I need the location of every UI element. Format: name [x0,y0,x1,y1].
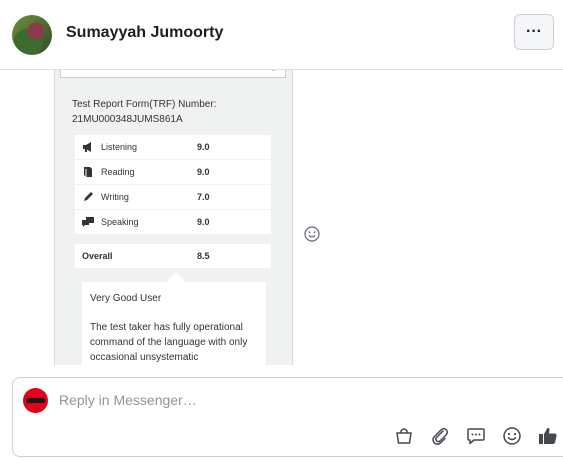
score-row-writing: Writing 7.0 [75,185,271,209]
shop-bag-icon[interactable] [394,426,414,446]
conversation-header: Sumayyah Jumoorty ··· [0,0,563,70]
score-value: 7.0 [197,192,210,202]
score-row-reading: Reading 9.0 [75,160,271,184]
dropdown-remnant: ▼ [60,70,286,78]
megaphone-icon [83,142,91,152]
band-title: Very Good User [90,293,162,304]
trf-number-label: Test Report Form(TRF) Number: 21MU000348… [72,97,282,127]
page-logo-mark [26,398,45,403]
score-label: Reading [101,167,135,177]
score-label: Speaking [101,217,139,227]
score-label: Listening [101,142,138,152]
contact-avatar[interactable] [12,15,52,55]
smiley-icon[interactable] [502,426,522,446]
description-pointer [166,272,186,282]
comment-icon[interactable] [466,426,486,446]
pen-icon [84,192,93,201]
speech-bubbles-icon [82,217,94,227]
reply-input[interactable]: Reply in Messenger… [59,392,197,408]
page-avatar [23,388,48,413]
trf-number-value: 21MU000348JUMS861A [72,114,183,125]
thumbs-up-icon[interactable] [538,426,558,446]
score-row-speaking: Speaking 9.0 [75,210,271,234]
score-row-listening: Listening 9.0 [75,135,271,159]
image-attachment[interactable]: ▼ Test Report Form(TRF) Number: 21MU0003… [54,70,293,365]
paperclip-icon[interactable] [430,426,450,446]
score-value: 9.0 [197,142,210,152]
overall-value: 8.5 [197,251,210,261]
score-value: 9.0 [197,217,210,227]
trf-label-text: Test Report Form(TRF) Number: [72,99,217,110]
book-icon [84,167,92,177]
score-row-overall: Overall 8.5 [75,244,271,268]
more-options-button[interactable]: ··· [514,14,554,50]
smiley-react-icon[interactable] [304,226,320,242]
band-description: The test taker has fully operational com… [90,322,248,363]
band-description-box: Very Good User The test taker has fully … [82,282,266,365]
score-label: Writing [101,192,129,202]
score-value: 9.0 [197,167,210,177]
overall-label: Overall [82,251,113,261]
contact-name[interactable]: Sumayyah Jumoorty [66,24,223,42]
chevron-down-icon: ▼ [269,70,277,73]
